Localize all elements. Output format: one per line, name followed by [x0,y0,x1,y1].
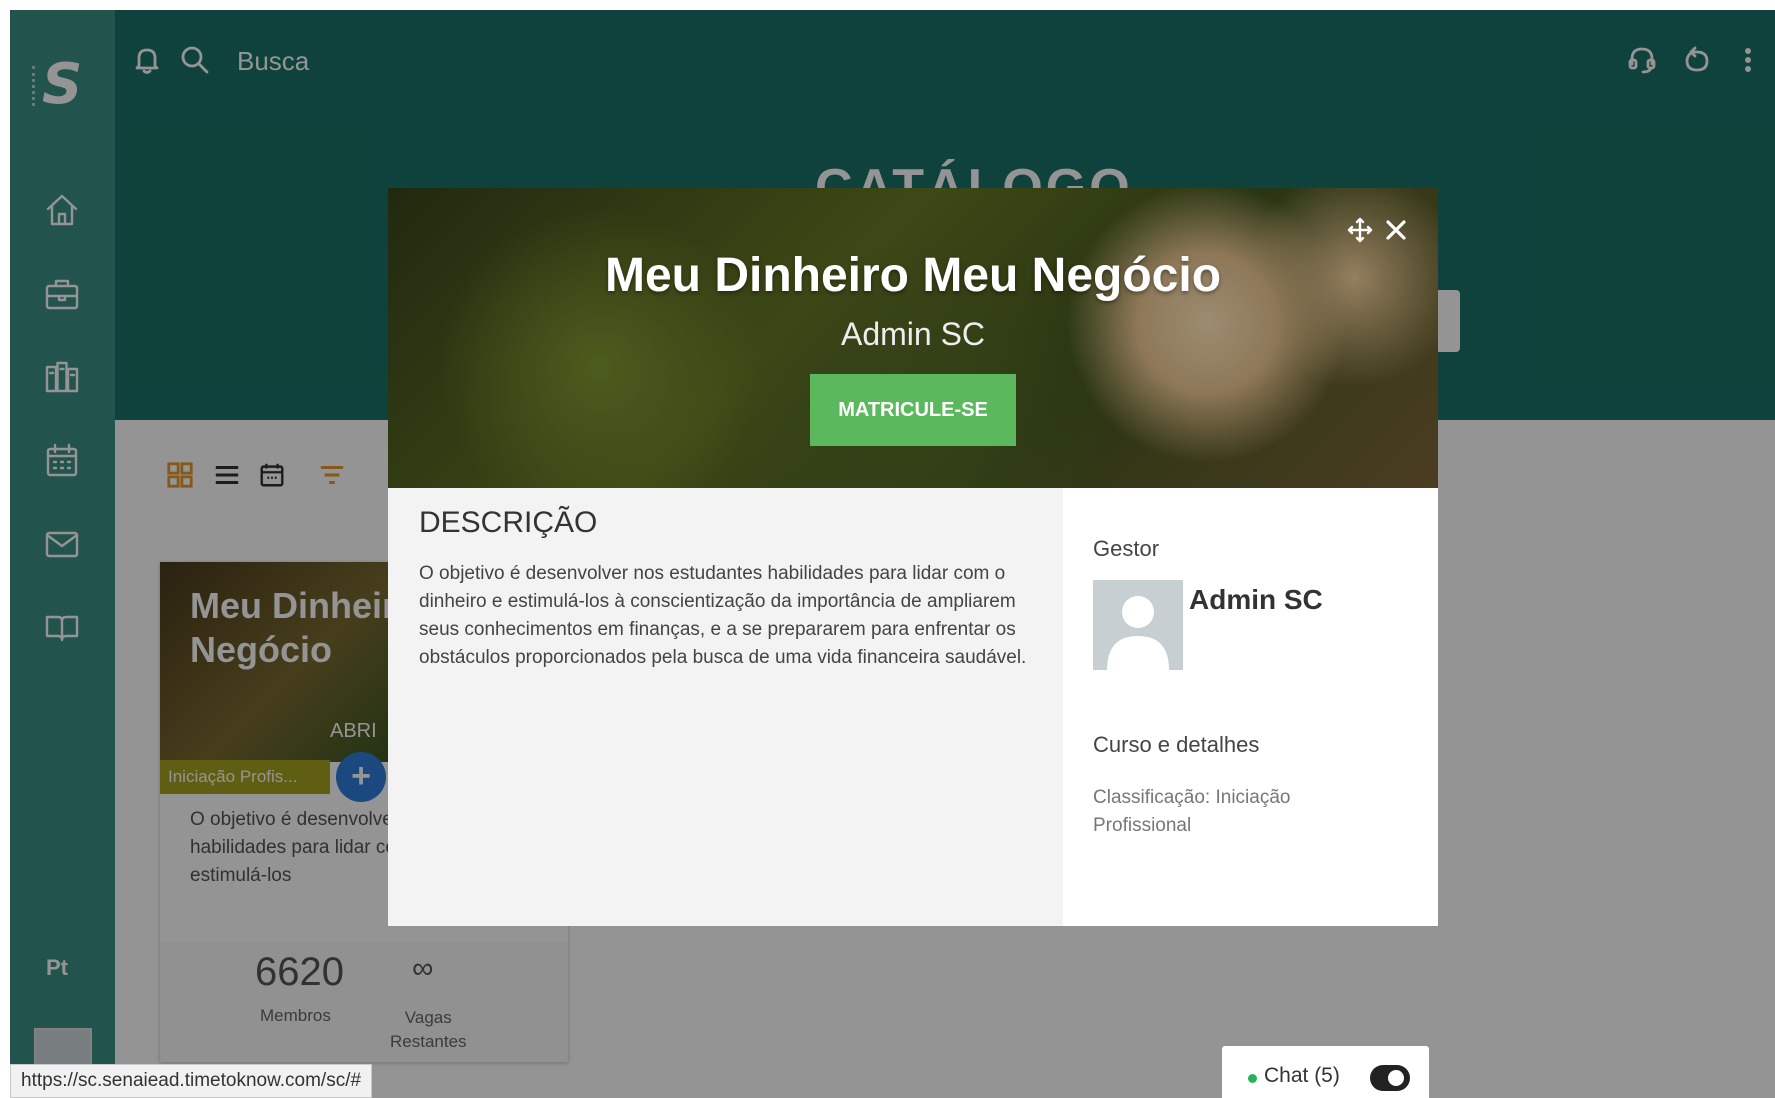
details-label: Curso e detalhes [1093,732,1260,757]
status-bar-url: https://sc.senaiead.timetoknow.com/sc/# [10,1064,373,1098]
modal-title: Meu Dinheiro Meu Negócio [604,249,1222,302]
manager-name[interactable]: Admin SC [1189,584,1323,616]
manager-label: Gestor [1093,536,1160,561]
app-window: S Pt Busca Meu Dinheiro Meu Negócio ABRI… [10,10,1775,1098]
description-pane: DESCRIÇÃO O objetivo é desenvolver nos e… [388,488,1063,926]
move-icon[interactable] [1346,216,1374,244]
modal-subtitle: Admin SC [840,316,986,352]
course-modal: Meu Dinheiro Meu Negócio Admin SC MATRIC… [388,188,1438,926]
description-heading: DESCRIÇÃO [419,506,598,539]
description-text: O objetivo é desenvolver nos estudantes … [419,563,1027,668]
manager-avatar [1093,580,1183,670]
enroll-button[interactable]: MATRICULE-SE [810,374,1016,446]
close-icon[interactable] [1382,216,1410,244]
chat-widget[interactable]: Chat (5) [1222,1046,1429,1098]
chat-toggle[interactable] [1370,1065,1410,1091]
online-indicator [1248,1074,1257,1083]
chat-label[interactable]: Chat (5) [1264,1064,1340,1088]
classification-text: Classificação: Iniciação Profissional [1093,787,1291,836]
details-pane: Gestor Admin SC Curso e detalhes Classif… [1063,488,1438,926]
